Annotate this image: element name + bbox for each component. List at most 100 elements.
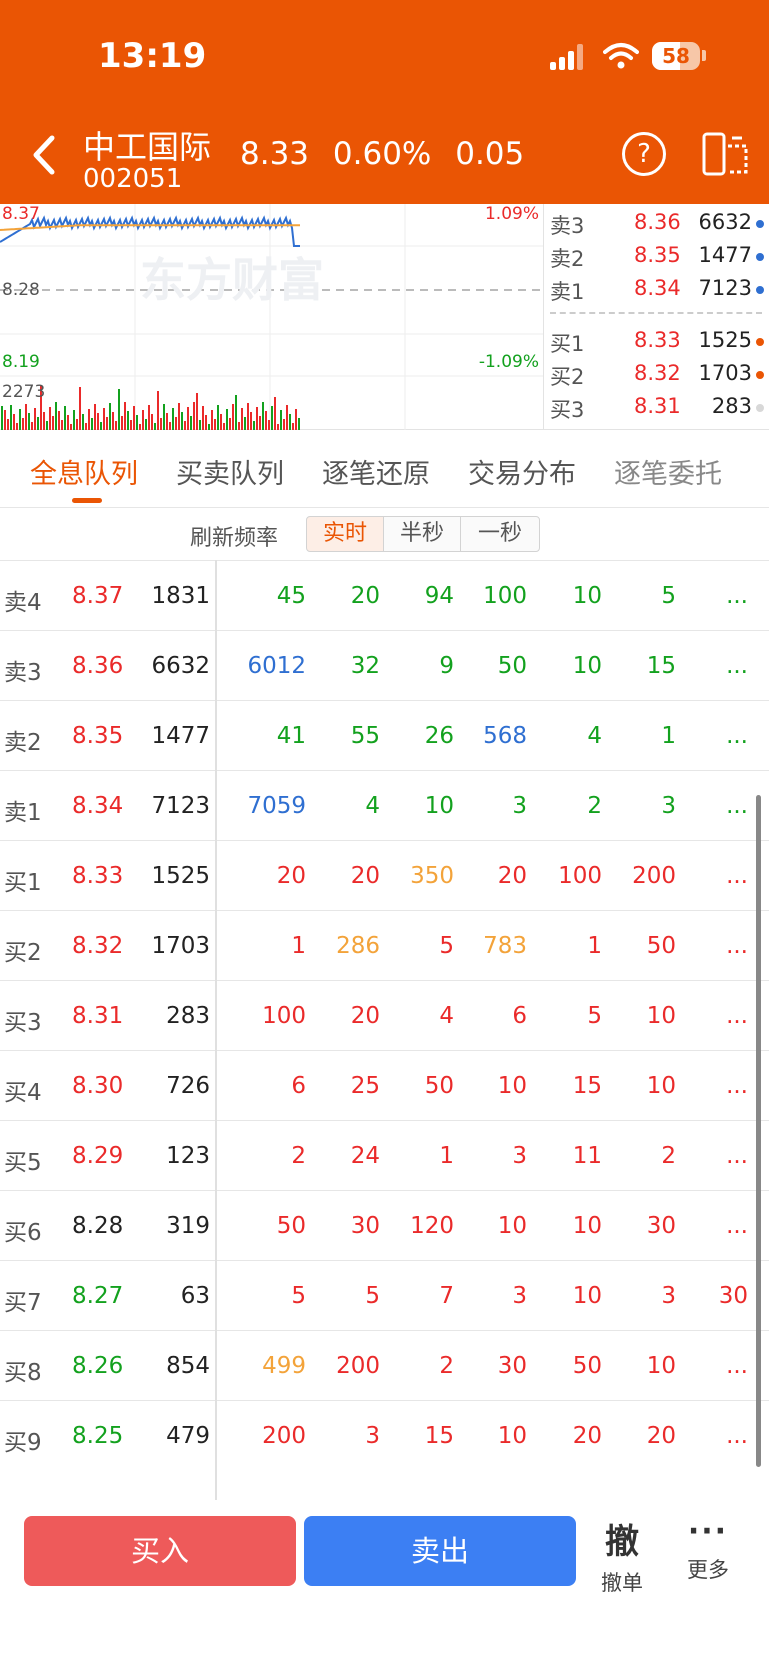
queue-row[interactable]: 买2 8.32 1703 1 286 5 783 1 50...	[0, 910, 769, 980]
queue-order: 2	[439, 1353, 454, 1379]
refresh-half-second-option[interactable]: 半秒	[383, 516, 461, 552]
queue-order: 200	[336, 1353, 380, 1379]
cancel-order-button[interactable]: 撤 撤单	[592, 1514, 652, 1600]
queue-price: 8.28	[72, 1213, 124, 1239]
scrollbar[interactable]	[756, 795, 761, 1467]
bottom-action-bar: 买入 卖出 撤 撤单 ··· 更多	[0, 1500, 769, 1665]
queue-row[interactable]: 卖2 8.35 1477 41 55 26 568 4 1...	[0, 700, 769, 770]
depth-bid-row: 买3 8.31 283	[550, 394, 764, 424]
queue-row[interactable]: 卖4 8.37 1831 45 20 94 100 10 5...	[0, 560, 769, 630]
queue-row[interactable]: 买5 8.29 123 2 24 1 3 11 2...	[0, 1120, 769, 1190]
queue-order: 5	[661, 583, 676, 609]
sell-button[interactable]: 卖出	[304, 1516, 576, 1586]
help-icon[interactable]: ?	[622, 132, 666, 176]
queue-price: 8.30	[72, 1073, 124, 1099]
queue-level: 买3	[4, 1010, 42, 1036]
queue-row[interactable]: 买8 8.26 854 499 200 2 30 50 10...	[0, 1330, 769, 1400]
depth-ask-row: 卖1 8.34 7123	[550, 276, 764, 306]
queue-order: 10	[572, 1283, 602, 1309]
queue-order: ...	[726, 793, 748, 819]
queue-order: 100	[558, 863, 602, 889]
watermark: 东方财富	[140, 253, 324, 307]
queue-order: 20	[350, 583, 380, 609]
queue-order: 200	[632, 863, 676, 889]
queue-row[interactable]: 买7 8.27 63 5 5 7 3 10 3 30	[0, 1260, 769, 1330]
queue-order: 6	[291, 1073, 306, 1099]
queue-row[interactable]: 买3 8.31 283 100 20 4 6 5 10...	[0, 980, 769, 1050]
queue-volume: 479	[166, 1423, 210, 1449]
depth-panel[interactable]: 卖3 8.36 6632 卖2 8.35 1477 卖1 8.34 7123 买…	[543, 204, 769, 430]
tab-full-queue[interactable]: 全息队列	[30, 452, 138, 491]
queue-order: 41	[276, 723, 306, 749]
queue-level: 买8	[4, 1360, 42, 1386]
queue-volume: 123	[166, 1143, 210, 1169]
queue-price: 8.36	[72, 653, 124, 679]
refresh-realtime-option[interactable]: 实时	[306, 516, 384, 552]
queue-order: 24	[350, 1143, 380, 1169]
queue-order: 2	[291, 1143, 306, 1169]
more-icon: ···	[687, 1514, 729, 1549]
queue-price: 8.29	[72, 1143, 124, 1169]
queue-level: 买5	[4, 1150, 42, 1176]
tab-tick-restore[interactable]: 逐笔还原	[322, 452, 430, 491]
refresh-one-second-option[interactable]: 一秒	[460, 516, 540, 552]
queue-order: 1	[587, 933, 602, 959]
queue-volume: 1831	[151, 583, 210, 609]
queue-order: 20	[350, 1003, 380, 1029]
depth-ask-row: 卖3 8.36 6632	[550, 210, 764, 240]
battery-percent: 58	[662, 44, 690, 68]
queue-volume: 6632	[151, 653, 210, 679]
queue-row[interactable]: 买1 8.33 1525 20 20 350 20 100 200...	[0, 840, 769, 910]
queue-price: 8.25	[72, 1423, 124, 1449]
queue-order: ...	[726, 583, 748, 609]
column-divider	[215, 560, 217, 1500]
queue-order: 1	[291, 933, 306, 959]
stock-code: 002051	[83, 164, 183, 194]
depth-volume: 1525	[698, 328, 752, 352]
queue-price: 8.26	[72, 1353, 124, 1379]
queue-order: 100	[483, 583, 527, 609]
queue-order: 10	[646, 1073, 676, 1099]
queue-order: ...	[726, 1143, 748, 1169]
depth-bid-row: 买1 8.33 1525	[550, 328, 764, 358]
depth-volume: 7123	[698, 276, 752, 300]
queue-order: 45	[276, 583, 306, 609]
change-amount: 0.05	[455, 136, 525, 172]
queue-price: 8.27	[72, 1283, 124, 1309]
queue-order: 20	[497, 863, 527, 889]
queue-order: 15	[646, 653, 676, 679]
chart-volume-label: 2273	[2, 382, 46, 402]
status-time: 13:19	[98, 36, 207, 76]
app-header: 13:19 58 中工国际 002051 8.33 0.60% 0.05 ?	[0, 0, 769, 204]
tab-tick-orders[interactable]: 逐笔委托	[614, 452, 722, 491]
queue-order: ...	[726, 723, 748, 749]
queue-row[interactable]: 卖1 8.34 7123 7059 4 10 3 2 3...	[0, 770, 769, 840]
queue-order: ...	[726, 1073, 748, 1099]
queue-order: 20	[646, 1423, 676, 1449]
tab-bid-ask-queue[interactable]: 买卖队列	[176, 452, 284, 491]
cancel-order-label: 撤单	[601, 1571, 643, 1595]
depth-ask-row: 卖2 8.35 1477	[550, 243, 764, 273]
depth-price: 8.34	[634, 276, 681, 300]
queue-row[interactable]: 买6 8.28 319 50 30 120 10 10 30...	[0, 1190, 769, 1260]
depth-price: 8.32	[634, 361, 681, 385]
layout-switch-icon[interactable]	[702, 132, 750, 176]
depth-bid-row: 买2 8.32 1703	[550, 361, 764, 391]
cellular-signal-icon	[550, 44, 586, 70]
queue-row[interactable]: 买9 8.25 479 200 3 15 10 20 20...	[0, 1400, 769, 1470]
queue-row[interactable]: 卖3 8.36 6632 6012 32 9 50 10 15...	[0, 630, 769, 700]
tab-trade-distribution[interactable]: 交易分布	[468, 452, 576, 491]
depth-volume: 6632	[698, 210, 752, 234]
queue-order: 30	[718, 1283, 748, 1309]
back-icon[interactable]	[24, 130, 64, 180]
more-button[interactable]: ··· 更多	[678, 1514, 738, 1600]
buy-button[interactable]: 买入	[24, 1516, 296, 1586]
order-queue-table[interactable]: 卖4 8.37 1831 45 20 94 100 10 5... 卖3 8.36 6632 6012 3…	[0, 560, 769, 1500]
change-percent: 0.60%	[332, 136, 432, 172]
queue-row[interactable]: 买4 8.30 726 6 25 50 10 15 10...	[0, 1050, 769, 1120]
queue-order: 568	[483, 723, 527, 749]
queue-order: 2	[587, 793, 602, 819]
intraday-chart[interactable]: 8.37 8.28 8.19 1.09% -1.09% 2273 东方财富	[0, 204, 543, 430]
queue-price: 8.34	[72, 793, 124, 819]
chart-high-pct: 1.09%	[484, 204, 539, 224]
